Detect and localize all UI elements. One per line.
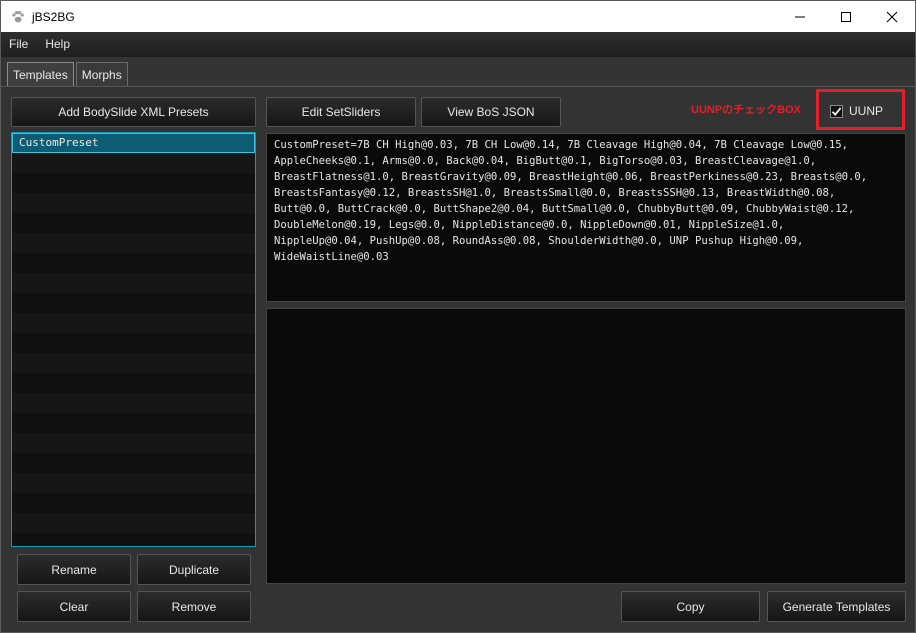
tab-bar: Templates Morphs bbox=[7, 62, 130, 86]
template-text-area[interactable]: CustomPreset=7B CH High@0.03, 7B CH Low@… bbox=[266, 133, 906, 302]
duplicate-button[interactable]: Duplicate bbox=[137, 554, 251, 585]
minimize-button[interactable] bbox=[777, 1, 823, 32]
tab-templates[interactable]: Templates bbox=[7, 62, 74, 86]
window-controls bbox=[777, 1, 915, 32]
close-button[interactable] bbox=[869, 1, 915, 32]
list-row-empty bbox=[12, 213, 255, 233]
list-row-empty bbox=[12, 453, 255, 473]
list-row-empty bbox=[12, 473, 255, 493]
maximize-button[interactable] bbox=[823, 1, 869, 32]
list-row-empty bbox=[12, 233, 255, 253]
list-row-empty bbox=[12, 393, 255, 413]
list-row-empty bbox=[12, 273, 255, 293]
tab-morphs[interactable]: Morphs bbox=[75, 62, 128, 86]
add-bodyslide-presets-button[interactable]: Add BodySlide XML Presets bbox=[11, 97, 256, 127]
rename-button[interactable]: Rename bbox=[17, 554, 131, 585]
list-row-empty bbox=[12, 173, 255, 193]
window-title: jBS2BG bbox=[32, 9, 75, 24]
list-row-empty bbox=[12, 413, 255, 433]
preset-list[interactable]: CustomPreset bbox=[11, 132, 256, 547]
uunp-annotation: UUNPのチェックBOX bbox=[691, 104, 802, 116]
uunp-checkbox[interactable]: UUNP bbox=[830, 104, 883, 118]
list-row-empty bbox=[12, 193, 255, 213]
close-icon bbox=[886, 11, 898, 22]
list-row-empty bbox=[12, 493, 255, 513]
remove-button[interactable]: Remove bbox=[137, 591, 251, 622]
list-row-empty bbox=[12, 513, 255, 533]
menu-file[interactable]: File bbox=[1, 32, 37, 57]
list-row-empty bbox=[12, 533, 255, 546]
paw-icon bbox=[10, 9, 26, 25]
maximize-icon bbox=[841, 11, 851, 22]
edit-setsliders-button[interactable]: Edit SetSliders bbox=[266, 97, 416, 127]
clear-button[interactable]: Clear bbox=[17, 591, 131, 622]
menu-help[interactable]: Help bbox=[37, 32, 79, 57]
list-row-empty bbox=[12, 293, 255, 313]
list-item[interactable]: CustomPreset bbox=[12, 133, 255, 153]
output-text-area[interactable] bbox=[266, 308, 906, 584]
checkbox-checked-icon[interactable] bbox=[830, 104, 843, 118]
list-row-empty bbox=[12, 333, 255, 353]
list-row-empty bbox=[12, 313, 255, 333]
minimize-icon bbox=[795, 16, 805, 17]
list-row-empty bbox=[12, 353, 255, 373]
app-window: jBS2BG File Help Templates Morphs Add Bo… bbox=[0, 0, 916, 633]
title-bar: jBS2BG bbox=[1, 1, 915, 32]
list-row-empty bbox=[12, 153, 255, 173]
generate-templates-button[interactable]: Generate Templates bbox=[767, 591, 906, 622]
list-row-empty bbox=[12, 373, 255, 393]
view-bos-json-button[interactable]: View BoS JSON bbox=[421, 97, 561, 127]
list-row-empty bbox=[12, 433, 255, 453]
menu-bar: File Help bbox=[1, 32, 915, 57]
uunp-label: UUNP bbox=[849, 104, 884, 118]
copy-button[interactable]: Copy bbox=[621, 591, 760, 622]
list-row-empty bbox=[12, 253, 255, 273]
